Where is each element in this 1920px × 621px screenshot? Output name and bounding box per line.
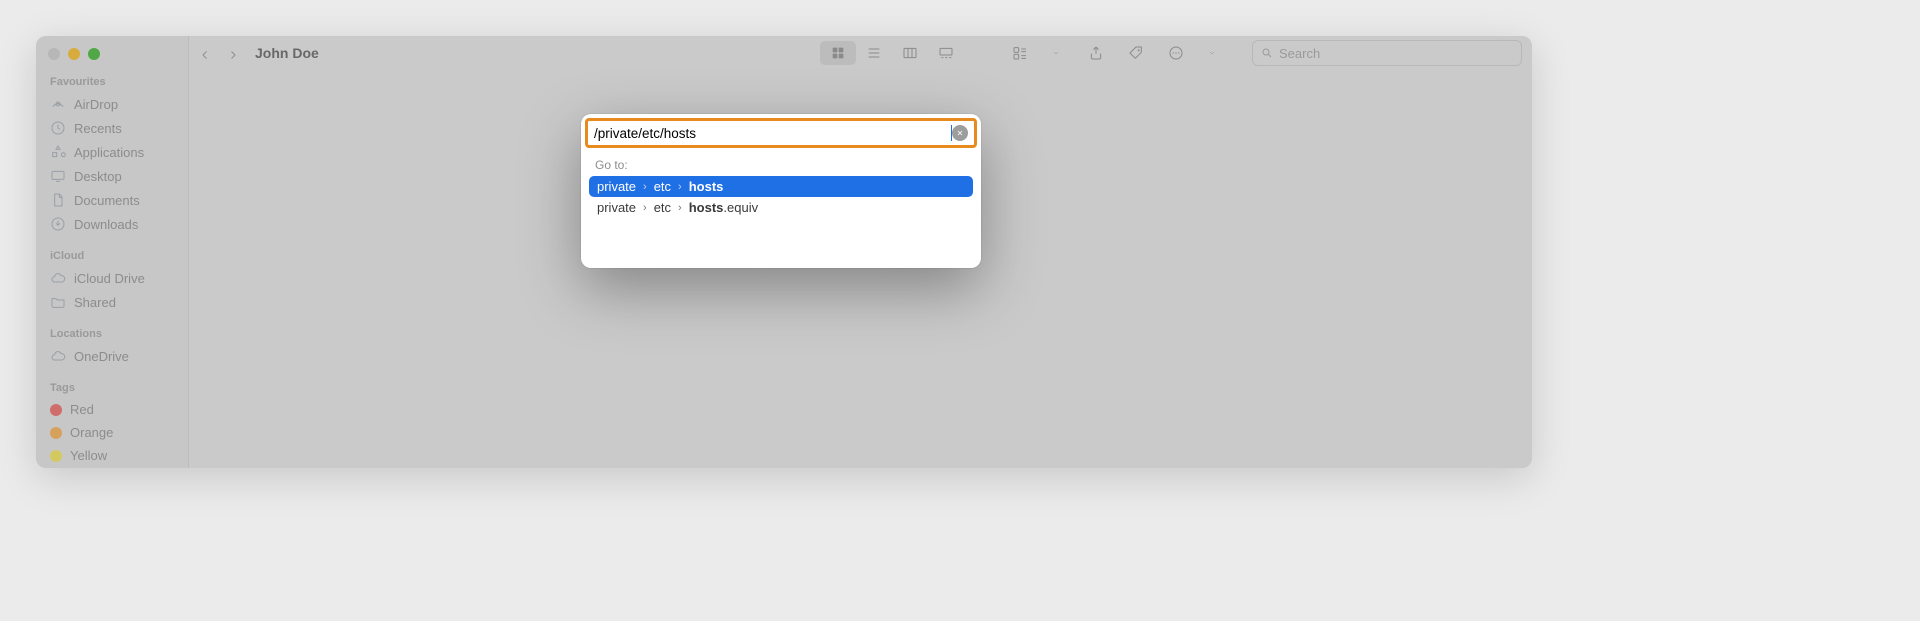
sidebar-section-favourites: Favourites bbox=[50, 76, 178, 88]
goto-clear-button[interactable] bbox=[952, 125, 968, 141]
search-icon bbox=[1261, 47, 1273, 59]
chevron-down-icon[interactable] bbox=[1198, 41, 1226, 65]
window-traffic-lights bbox=[48, 48, 178, 60]
nav-back-button[interactable] bbox=[199, 48, 209, 58]
sidebar-item-desktop[interactable]: Desktop bbox=[50, 164, 178, 188]
chevron-right-icon: › bbox=[678, 202, 682, 214]
sidebar-item-label: Applications bbox=[74, 145, 144, 160]
sidebar-tag-yellow[interactable]: Yellow bbox=[50, 444, 178, 467]
sidebar-item-label: AirDrop bbox=[74, 97, 118, 112]
sidebar-item-documents[interactable]: Documents bbox=[50, 188, 178, 212]
goto-result-segment: etc bbox=[654, 200, 671, 215]
group-by-button[interactable] bbox=[1006, 41, 1034, 65]
chevron-down-icon[interactable] bbox=[1042, 41, 1070, 65]
goto-result-segment: private bbox=[597, 200, 636, 215]
close-icon bbox=[956, 129, 964, 137]
sidebar-item-label: Yellow bbox=[70, 448, 107, 463]
sidebar-item-label: Orange bbox=[70, 425, 113, 440]
sidebar: Favourites AirDrop Recents Applications … bbox=[36, 36, 189, 468]
sidebar-item-airdrop[interactable]: AirDrop bbox=[50, 92, 178, 116]
desktop-icon bbox=[50, 168, 66, 184]
tag-dot-orange-icon bbox=[50, 427, 62, 439]
sidebar-item-icloud-drive[interactable]: iCloud Drive bbox=[50, 266, 178, 290]
sidebar-item-shared[interactable]: Shared bbox=[50, 290, 178, 314]
sidebar-item-onedrive[interactable]: OneDrive bbox=[50, 344, 178, 368]
sidebar-item-label: Downloads bbox=[74, 217, 138, 232]
cloud-icon bbox=[50, 270, 66, 286]
sidebar-item-label: Recents bbox=[74, 121, 122, 136]
sidebar-section-locations: Locations bbox=[50, 328, 178, 340]
sidebar-tag-orange[interactable]: Orange bbox=[50, 421, 178, 444]
clock-icon bbox=[50, 120, 66, 136]
goto-results: private › etc › hosts private › etc › ho… bbox=[581, 176, 981, 218]
window-close-button[interactable] bbox=[48, 48, 60, 60]
view-list-button[interactable] bbox=[856, 41, 892, 65]
goto-result-1[interactable]: private › etc › hosts.equiv bbox=[589, 197, 973, 218]
airdrop-icon bbox=[50, 96, 66, 112]
search-input[interactable]: Search bbox=[1252, 40, 1522, 66]
sidebar-item-label: OneDrive bbox=[74, 349, 129, 364]
sidebar-item-label: Red bbox=[70, 402, 94, 417]
tag-dot-red-icon bbox=[50, 404, 62, 416]
sidebar-item-label: iCloud Drive bbox=[74, 271, 145, 286]
chevron-right-icon: › bbox=[643, 202, 647, 214]
goto-result-match: hosts bbox=[689, 179, 724, 194]
folder-icon bbox=[50, 294, 66, 310]
goto-result-segment: etc bbox=[654, 179, 671, 194]
sidebar-item-label: Desktop bbox=[74, 169, 122, 184]
window-maximize-button[interactable] bbox=[88, 48, 100, 60]
sidebar-section-icloud: iCloud bbox=[50, 250, 178, 262]
view-gallery-button[interactable] bbox=[928, 41, 964, 65]
window-title: John Doe bbox=[255, 45, 319, 61]
goto-dialog: /private/etc/hosts Go to: private › etc … bbox=[581, 114, 981, 268]
share-button[interactable] bbox=[1082, 41, 1110, 65]
search-placeholder: Search bbox=[1279, 46, 1320, 61]
cloud-icon bbox=[50, 348, 66, 364]
goto-label: Go to: bbox=[581, 148, 981, 176]
sidebar-item-label: Shared bbox=[74, 295, 116, 310]
sidebar-item-applications[interactable]: Applications bbox=[50, 140, 178, 164]
goto-input[interactable]: /private/etc/hosts bbox=[594, 126, 952, 141]
tags-button[interactable] bbox=[1122, 41, 1150, 65]
download-icon bbox=[50, 216, 66, 232]
view-mode-group bbox=[820, 41, 964, 65]
goto-result-0[interactable]: private › etc › hosts bbox=[589, 176, 973, 197]
sidebar-section-tags: Tags bbox=[50, 382, 178, 394]
sidebar-item-recents[interactable]: Recents bbox=[50, 116, 178, 140]
toolbar: John Doe bbox=[189, 36, 1532, 70]
apps-icon bbox=[50, 144, 66, 160]
view-icons-button[interactable] bbox=[820, 41, 856, 65]
chevron-right-icon: › bbox=[643, 181, 647, 193]
sidebar-item-downloads[interactable]: Downloads bbox=[50, 212, 178, 236]
window-minimize-button[interactable] bbox=[68, 48, 80, 60]
view-columns-button[interactable] bbox=[892, 41, 928, 65]
more-actions-button[interactable] bbox=[1162, 41, 1190, 65]
nav-forward-button[interactable] bbox=[227, 48, 237, 58]
tag-dot-yellow-icon bbox=[50, 450, 62, 462]
goto-result-segment: private bbox=[597, 179, 636, 194]
sidebar-item-label: Documents bbox=[74, 193, 140, 208]
sidebar-tag-red[interactable]: Red bbox=[50, 398, 178, 421]
chevron-right-icon: › bbox=[678, 181, 682, 193]
goto-input-wrap[interactable]: /private/etc/hosts bbox=[585, 118, 977, 148]
goto-result-match: hosts.equiv bbox=[689, 200, 758, 215]
document-icon bbox=[50, 192, 66, 208]
